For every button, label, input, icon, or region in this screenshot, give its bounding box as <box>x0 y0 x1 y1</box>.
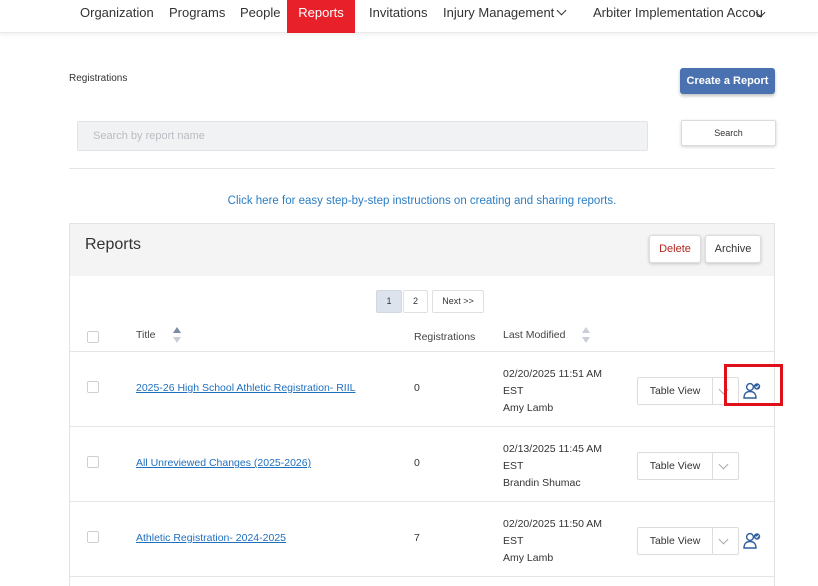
modified-date: 02/20/2025 11:50 AM <box>503 518 603 530</box>
table-view-button[interactable]: Table View <box>638 378 713 404</box>
nav-organization[interactable]: Organization <box>80 0 154 33</box>
search-input[interactable]: Search by report name <box>77 121 648 151</box>
last-modified: 02/13/2025 11:45 AM EST Brandin Shumac <box>503 441 602 492</box>
table-row: 2025-26 High School Athletic Registratio… <box>70 352 774 427</box>
table-row: Athletic Registration- 2024-2025 7 02/20… <box>70 502 774 577</box>
last-modified: 02/20/2025 11:51 AM EST Amy Lamb <box>503 366 602 417</box>
reports-panel: Reports Delete Archive 1 2 Next >> Title… <box>69 223 775 586</box>
table-view-button[interactable]: Table View <box>638 528 713 554</box>
top-navigation: Organization Programs People Reports Inv… <box>0 0 818 33</box>
table-header: Title Registrations Last Modified <box>70 324 774 352</box>
modified-timezone: EST <box>503 535 524 547</box>
registrations-count: 7 <box>414 532 420 544</box>
nav-invitations[interactable]: Invitations <box>369 0 428 33</box>
sort-icon[interactable] <box>581 326 591 344</box>
instructions-link[interactable]: Click here for easy step-by-step instruc… <box>69 195 775 207</box>
nav-account[interactable]: Arbiter Implementation Accou <box>593 0 765 33</box>
archive-button[interactable]: Archive <box>705 235 761 263</box>
page-1-button[interactable]: 1 <box>376 290 402 313</box>
shared-user-icon[interactable] <box>743 532 761 549</box>
breadcrumb: Registrations <box>69 73 128 84</box>
chevron-down-icon[interactable] <box>718 459 729 470</box>
highlight-box <box>724 364 783 406</box>
page-2-button[interactable]: 2 <box>403 290 428 313</box>
chevron-down-icon <box>556 5 567 16</box>
select-all-checkbox[interactable] <box>87 331 99 343</box>
view-split-button: Table View <box>637 452 739 480</box>
column-registrations: Registrations <box>414 331 476 343</box>
nav-injury-management[interactable]: Injury Management <box>443 0 567 33</box>
modified-date: 02/13/2025 11:45 AM <box>503 443 603 455</box>
view-split-button: Table View <box>637 527 739 555</box>
nav-account-label: Arbiter Implementation Accou <box>593 5 763 20</box>
panel-title: Reports <box>85 236 142 253</box>
chevron-down-icon[interactable] <box>718 534 729 545</box>
row-checkbox[interactable] <box>87 531 99 543</box>
divider <box>69 168 775 169</box>
nav-people[interactable]: People <box>240 0 280 33</box>
column-title[interactable]: Title <box>136 329 155 341</box>
row-checkbox[interactable] <box>87 456 99 468</box>
report-title-link[interactable]: All Unreviewed Changes (2025-2026) <box>136 457 311 469</box>
column-last-modified[interactable]: Last Modified <box>503 329 565 341</box>
modified-user: Amy Lamb <box>503 402 554 414</box>
last-modified: 02/20/2025 11:50 AM EST Amy Lamb <box>503 516 602 567</box>
modified-timezone: EST <box>503 460 524 472</box>
report-title-link[interactable]: Athletic Registration- 2024-2025 <box>136 532 286 544</box>
nav-programs[interactable]: Programs <box>169 0 225 33</box>
registrations-count: 0 <box>414 457 420 469</box>
modified-user: Brandin Shumac <box>503 477 581 489</box>
sort-icon[interactable] <box>172 326 182 344</box>
registrations-count: 0 <box>414 382 420 394</box>
next-page-button[interactable]: Next >> <box>432 290 484 313</box>
search-button[interactable]: Search <box>681 120 776 146</box>
modified-timezone: EST <box>503 385 524 397</box>
panel-header: Reports Delete Archive <box>70 224 774 276</box>
row-checkbox[interactable] <box>87 381 99 393</box>
table-row: All Unreviewed Changes (2025-2026) 0 02/… <box>70 427 774 502</box>
table-view-button[interactable]: Table View <box>638 453 713 479</box>
delete-button[interactable]: Delete <box>649 235 701 263</box>
modified-user: Amy Lamb <box>503 552 554 564</box>
modified-date: 02/20/2025 11:51 AM <box>503 368 603 380</box>
create-report-button[interactable]: Create a Report <box>680 68 775 94</box>
nav-reports[interactable]: Reports <box>287 0 355 33</box>
nav-injury-management-label: Injury Management <box>443 5 555 20</box>
report-title-link[interactable]: 2025-26 High School Athletic Registratio… <box>136 382 355 394</box>
